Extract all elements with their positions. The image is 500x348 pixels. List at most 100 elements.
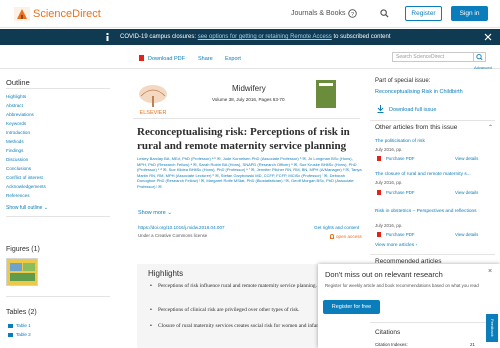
journal-cover-image[interactable] [316, 80, 336, 108]
search-input[interactable]: Search ScienceDirect [392, 52, 474, 62]
advanced-search-link[interactable]: Advanced [474, 65, 492, 70]
article-toolbar: Download PDF Share Export Search Science… [0, 45, 500, 70]
download-full-issue-link[interactable]: Download full issue [389, 107, 436, 113]
view-more-label: View more articles [375, 243, 415, 248]
view-more-articles-link[interactable]: View more articles › [375, 243, 417, 248]
license-note[interactable]: Under a Creative Commons license [138, 233, 207, 238]
outline-item[interactable]: Discussion [6, 157, 28, 162]
brand-name[interactable]: ScienceDirect [33, 8, 101, 20]
chevron-down-icon: ⌄ [167, 210, 172, 216]
figures-heading: Figures (1) [6, 246, 40, 253]
journal-name[interactable]: Midwifery [232, 84, 266, 93]
pdf-icon [377, 190, 381, 195]
covid-banner: COVID-19 campus closures: see options fo… [0, 29, 500, 45]
other-articles-heading: Other articles from this issue [375, 124, 458, 131]
remote-access-link[interactable]: see options for getting or retaining Rem… [198, 34, 332, 40]
outline-item[interactable]: Methods [6, 139, 24, 144]
share-link[interactable]: Share [198, 56, 213, 62]
popup-description: Register for weekly article and book rec… [325, 283, 479, 288]
table-link[interactable]: Table 1 [16, 323, 31, 328]
citation-count: 21 [470, 342, 475, 347]
journal-volume[interactable]: Volume 38, July 2016, Pages 63-70 [212, 97, 285, 102]
special-issue-label: Part of special issue: [375, 78, 431, 84]
purchase-pdf-link[interactable]: Purchase PDF [386, 190, 415, 195]
feedback-tab[interactable]: Feedback [486, 314, 498, 342]
table-link[interactable]: Table 2 [16, 332, 31, 337]
outline-item[interactable]: Findings [6, 148, 23, 153]
view-details-link[interactable]: View details [455, 190, 478, 195]
show-more-button[interactable]: Show more ⌄ [138, 210, 172, 216]
related-article-title[interactable]: The closure of rural and remote maternit… [375, 172, 487, 178]
show-full-outline-link[interactable]: Show full outline ⌄ [6, 205, 48, 211]
outline-item[interactable]: References [6, 193, 30, 198]
export-link[interactable]: Export [225, 56, 241, 62]
bullet-icon: • [150, 283, 152, 289]
open-access-badge: open access [336, 234, 362, 239]
info-icon [106, 33, 109, 41]
figure-block [10, 263, 22, 271]
divider [133, 118, 360, 119]
citation-index-label: Citation Indexes: [375, 342, 408, 347]
divider [6, 216, 110, 217]
highlights-heading: Highlights [148, 269, 184, 278]
show-full-outline-label: Show full outline [6, 205, 43, 211]
table-icon [8, 333, 13, 337]
outline-item[interactable]: Highlights [6, 94, 26, 99]
divider [370, 120, 495, 121]
outline-item[interactable]: Introduction [6, 130, 30, 135]
show-more-label: Show more [138, 210, 166, 216]
elsevier-logo-icon[interactable] [14, 7, 30, 21]
doi-link[interactable]: https://doi.org/10.1016/j.midw.2016.04.0… [138, 225, 225, 230]
covid-suffix: to subscribed content [333, 34, 391, 40]
author-list[interactable]: Lesley Barclay BA, MEd, PhD (Professor) … [137, 156, 362, 190]
outline-item[interactable]: Abbreviations [6, 112, 34, 117]
publisher-name: ELSEVIER [140, 110, 167, 116]
pdf-icon [377, 232, 381, 237]
related-article-title[interactable]: The politicisation of risk [375, 139, 487, 145]
close-icon[interactable] [484, 33, 492, 41]
figure-block [10, 273, 35, 281]
outline-title: Outline [6, 78, 30, 87]
download-icon [377, 105, 384, 113]
nav-journals-books[interactable]: Journals & Books [291, 10, 345, 17]
divider [370, 322, 495, 323]
covid-prefix: COVID-19 campus closures: [120, 34, 197, 40]
related-article-date: July 2016, pp. [375, 223, 403, 228]
purchase-pdf-link[interactable]: Purchase PDF [386, 232, 415, 237]
register-button[interactable]: Register [405, 6, 442, 21]
tables-heading: Tables (2) [6, 309, 37, 316]
site-header: ScienceDirect Journals & Books ? Registe… [0, 0, 500, 28]
search-button[interactable] [474, 52, 486, 62]
outline-item[interactable]: Keywords [6, 121, 26, 126]
view-details-link[interactable]: View details [455, 232, 478, 237]
outline-item[interactable]: Conclusions [6, 166, 31, 171]
chevron-down-icon: ⌄ [43, 205, 49, 211]
pdf-icon [139, 55, 144, 61]
view-details-link[interactable]: View details [455, 156, 478, 161]
special-issue-link[interactable]: Reconceptualising Risk in Childbirth [375, 89, 463, 95]
close-icon[interactable]: × [488, 268, 492, 275]
sign-in-button[interactable]: Sign in [451, 6, 488, 21]
purchase-pdf-link[interactable]: Purchase PDF [386, 156, 415, 161]
help-icon[interactable]: ? [348, 9, 357, 18]
figure-thumbnail[interactable] [6, 258, 38, 286]
chevron-right-icon: › [415, 243, 418, 248]
outline-item[interactable]: Conflict of interest [6, 175, 43, 180]
download-pdf-link[interactable]: Download PDF [148, 56, 185, 62]
rights-content-link[interactable]: Get rights and content [314, 225, 359, 230]
outline-item[interactable]: Abstract [6, 103, 23, 108]
divider [370, 254, 495, 255]
citations-heading: Citations [375, 329, 401, 336]
elsevier-tree-logo-icon[interactable]: ELSEVIER [133, 82, 173, 116]
figure-block [23, 263, 35, 271]
related-article-title[interactable]: Risk in obstetrics – Perspectives and re… [375, 209, 487, 215]
search-icon[interactable] [380, 9, 389, 18]
outline-item[interactable]: Acknowledgements [6, 184, 46, 189]
covid-message: COVID-19 campus closures: see options fo… [120, 34, 391, 40]
divider [6, 88, 110, 89]
register-for-free-button[interactable]: Register for free [323, 300, 380, 314]
chevron-up-icon[interactable]: ⌃ [488, 124, 493, 131]
article-title: Reconceptualising risk: Perceptions of r… [137, 126, 350, 152]
popup-title: Don't miss out on relevant research [325, 270, 443, 279]
divider [6, 296, 110, 297]
